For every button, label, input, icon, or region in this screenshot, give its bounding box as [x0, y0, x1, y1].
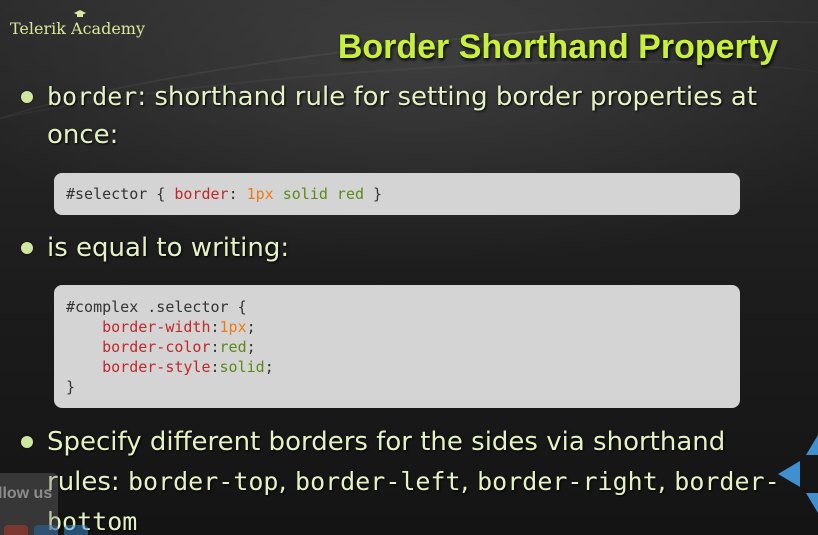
code-keyword: solid red: [273, 185, 365, 203]
code-property: border-width: [102, 318, 211, 336]
twitter-icon[interactable]: [64, 525, 88, 535]
code-colon: :: [228, 185, 247, 203]
telerik-academy-logo: Telerik Academy: [10, 10, 146, 38]
triangle-down-icon[interactable]: [806, 493, 818, 513]
separator: ,: [278, 467, 296, 497]
code-property: border-color: [102, 338, 211, 356]
code-keyword: red: [219, 338, 247, 356]
code-line: #selector { border: 1px solid red }: [66, 184, 728, 204]
bullet-item: is equal to writing:: [18, 229, 787, 267]
triangle-up-icon[interactable]: [806, 435, 818, 455]
code-block: #selector { border: 1px solid red }: [54, 173, 740, 215]
code-number: 1px: [219, 318, 247, 336]
code-line: }: [66, 378, 76, 396]
inline-code: border-top: [127, 467, 279, 496]
code-line: #complex .selector {: [66, 298, 247, 316]
code-line: border-style:solid;: [102, 358, 274, 376]
bullet-text-content: : shorthand rule for setting border prop…: [47, 82, 758, 150]
code-number: 1px: [246, 185, 274, 203]
code-keyword: solid: [219, 358, 265, 376]
code-block: #complex .selector { border-width:1px; b…: [54, 285, 740, 408]
bullet-text: border: shorthand rule for setting borde…: [47, 78, 787, 154]
bullet-item: border: shorthand rule for setting borde…: [18, 78, 787, 154]
bullet-text: is equal to writing:: [47, 233, 290, 263]
code-close-brace: }: [364, 185, 383, 203]
logo-text: Telerik Academy: [10, 19, 146, 38]
follow-us-label: llow us: [0, 485, 53, 502]
slide: Telerik Academy Border Shorthand Propert…: [0, 0, 818, 535]
inline-code: border-left: [295, 467, 461, 496]
bullet-dot-icon: [21, 436, 33, 448]
google-plus-icon[interactable]: [4, 525, 28, 535]
code-line: border-color:red;: [102, 338, 256, 356]
separator: ,: [460, 467, 478, 497]
code-line: border-width:1px;: [102, 318, 256, 336]
bullet-text: Specify different borders for the sides …: [47, 422, 787, 535]
bullet-item: Specify different borders for the sides …: [18, 422, 787, 535]
inline-code: border-right: [477, 467, 658, 496]
slide-title: Border Shorthand Property: [337, 28, 778, 66]
bullet-dot-icon: [21, 91, 33, 103]
graduation-cap-icon: [74, 10, 86, 17]
inline-code: border: [47, 82, 138, 111]
separator: ,: [657, 467, 667, 497]
code-property: border-style: [102, 358, 211, 376]
code-selector: #selector {: [66, 185, 175, 203]
bullet-dot-icon: [21, 242, 33, 254]
facebook-icon[interactable]: [34, 525, 58, 535]
triangle-left-icon[interactable]: [778, 461, 800, 487]
code-property: border: [174, 185, 229, 203]
